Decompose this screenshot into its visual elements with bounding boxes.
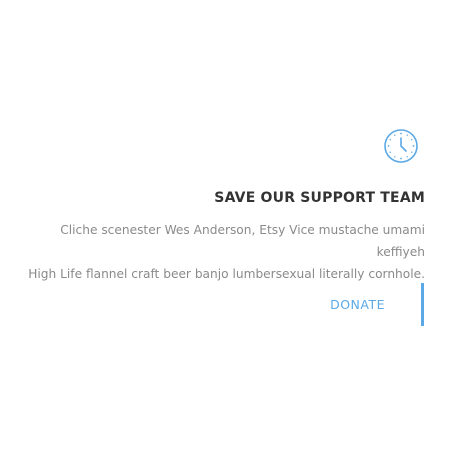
card-title: SAVE OUR SUPPORT TEAM — [214, 190, 425, 206]
description-line: High Life flannel craft beer banjo lumbe… — [28, 267, 425, 281]
clock-icon — [384, 129, 418, 163]
description-line: Cliche scenester Wes Anderson, Etsy Vice… — [60, 223, 425, 259]
support-card: SAVE OUR SUPPORT TEAM Cliche scenester W… — [0, 0, 460, 460]
donate-link[interactable]: DONATE — [330, 297, 385, 312]
card-description: Cliche scenester Wes Anderson, Etsy Vice… — [15, 219, 425, 285]
donate-accent-bar — [421, 283, 424, 326]
